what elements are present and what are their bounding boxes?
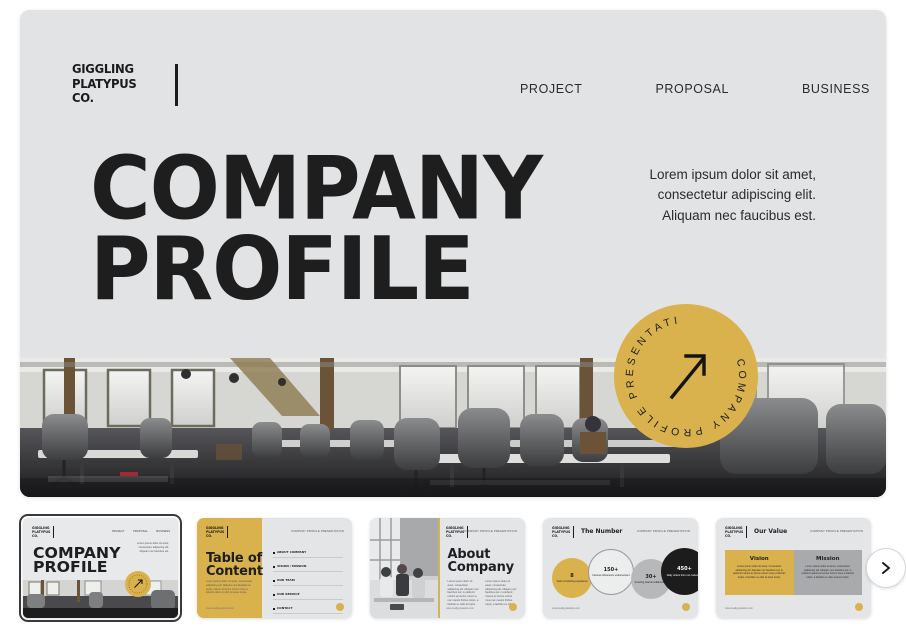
- thumb4-section-title: The Number: [581, 528, 623, 535]
- thumb4-kicker: COMPANY PROFILE PRESENTATION: [637, 529, 690, 533]
- thumb4-stat-0-value: 8: [570, 572, 574, 579]
- thumb2-badge-dot: [336, 603, 344, 611]
- thumb2-contents-list: ABOUT COMPANY VISION / MISSION OUR TEAM …: [272, 550, 343, 618]
- thumb1-nav-project: PROJECT: [112, 530, 125, 533]
- thumbnail-slide-4[interactable]: GIGGLING PLATYPUS CO. The Number COMPANY…: [543, 518, 698, 618]
- thumb4-stat-0: 8 Years of working experience: [552, 558, 592, 598]
- thumb5-badge-dot: [855, 603, 863, 611]
- thumb4-stat-2-value: 30+: [645, 573, 657, 580]
- thumb2-item-2: OUR TEAM: [272, 578, 343, 586]
- thumb5-url: www.reallygreatsite.com: [725, 607, 753, 610]
- thumb4-logo: GIGGLING PLATYPUS CO.: [552, 526, 571, 538]
- thumbnail-slide-1[interactable]: GIGGLING PLATYPUS CO. PROJECT PROPOSAL B…: [19, 514, 182, 622]
- thumb5-mission-body: Lorem ipsum dolor sit amet, consectetur …: [801, 565, 854, 579]
- logo-divider-rule: [175, 64, 178, 106]
- chevron-right-icon: [882, 562, 890, 574]
- thumb2-kicker: COMPANY PROFILE PRESENTATION: [291, 529, 344, 533]
- thumb5-vision-title: Vision: [749, 556, 769, 562]
- thumb2-item-3: OUR SERVICE: [272, 592, 343, 600]
- thumb1-title: COMPANY PROFILE: [33, 544, 121, 577]
- slide-thumbnail-strip[interactable]: GIGGLING PLATYPUS CO. PROJECT PROPOSAL B…: [0, 510, 906, 635]
- thumb5-section-title: Our Value: [754, 528, 788, 535]
- thumb1-nav-business: BUSINESS: [156, 530, 170, 533]
- thumb3-title: About Company: [447, 547, 515, 576]
- thumb5-value-row: Vision Lorem ipsum dolor sit amet, conse…: [725, 550, 862, 595]
- thumb3-col-1: Lorem ipsum dolor sit amet, consectetur …: [447, 580, 479, 606]
- brand-logo[interactable]: GIGGLING PLATYPUS CO.: [72, 61, 178, 106]
- thumb1-photo: [23, 580, 178, 618]
- thumb5-kicker: COMPANY PROFILE PRESENTATION: [810, 529, 863, 533]
- thumb3-logo: GIGGLING PLATYPUS CO.: [446, 526, 465, 538]
- thumb1-badge: [125, 571, 151, 597]
- thumb4-stat-3-value: 450+: [677, 566, 692, 573]
- nav-item-business[interactable]: BUSINESS: [802, 82, 870, 96]
- thumb2-item-1: VISION / MISSION: [272, 564, 343, 572]
- thumb3-badge-dot: [509, 603, 517, 611]
- nav-item-proposal[interactable]: PROPOSAL: [655, 82, 729, 96]
- thumb2-item-4: CONTACT: [272, 606, 343, 614]
- thumb5-mission-panel: Mission Lorem ipsum dolor sit amet, cons…: [793, 550, 862, 595]
- thumbnail-slide-5[interactable]: GIGGLING PLATYPUS CO. Our Value COMPANY …: [716, 518, 871, 618]
- thumb3-photo: [370, 518, 439, 618]
- thumb4-badge-dot: [682, 603, 690, 611]
- thumb5-vision-panel: Vision Lorem ipsum dolor sit amet, conse…: [725, 550, 794, 595]
- thumbnail-slide-2[interactable]: GIGGLING PLATYPUS CO. COMPANY PROFILE PR…: [197, 518, 352, 618]
- thumbnail-slide-3[interactable]: GIGGLING PLATYPUS CO. COMPANY PROFILE PR…: [370, 518, 525, 618]
- thumb4-stat-3-label: Daily orders from our costumers: [666, 573, 698, 577]
- thumb2-title: Table of Content: [206, 551, 263, 580]
- thumb3-text-columns: Lorem ipsum dolor sit amet, consectetur …: [448, 580, 518, 606]
- thumb4-url: www.reallygreatsite.com: [552, 607, 580, 610]
- thumb4-stat-1-value: 150+: [603, 566, 619, 573]
- main-nav: PROJECT PROPOSAL BUSINESS: [520, 82, 870, 96]
- thumb1-paragraph: Lorem ipsum dolor sit amet, consectetur …: [136, 542, 169, 553]
- thumb4-logo-rule: [573, 526, 574, 538]
- thumb1-logo-rule: [53, 526, 54, 538]
- slide-intro-paragraph: Lorem ipsum dolor sit amet, consectetur …: [649, 167, 816, 223]
- brand-logo-text: GIGGLING PLATYPUS CO.: [72, 61, 137, 106]
- slide-headline: COMPANY PROFILE: [90, 138, 543, 320]
- thumb3-gold-divider: [438, 518, 441, 618]
- nav-item-project[interactable]: PROJECT: [520, 82, 583, 96]
- thumb3-url: www.reallygreatsite.com: [446, 607, 474, 610]
- thumb2-url: www.reallygreatsite.com: [206, 607, 234, 610]
- thumb2-logo: GIGGLING PLATYPUS CO.: [206, 526, 225, 538]
- thumb1-upper: GIGGLING PLATYPUS CO. PROJECT PROPOSAL B…: [23, 518, 178, 580]
- thumb4-stat-0-label: Years of working experience: [556, 580, 588, 584]
- thumb2-body: Lorem ipsum dolor sit amet, consectetur …: [206, 580, 253, 595]
- thumb5-vision-body: Lorem ipsum dolor sit amet, consectetur …: [733, 565, 786, 579]
- thumb4-stat-1-label: Famous influencers endorsement: [592, 574, 630, 578]
- thumb5-logo-rule: [746, 526, 747, 538]
- thumb1-nav-proposal: PROPOSAL: [133, 530, 148, 533]
- badge-text-and-arrow-icon: COMPANY PROFILE PRESENTATION: [614, 304, 748, 438]
- thumb4-stat-1: 150+ Famous influencers endorsement: [588, 549, 634, 595]
- next-slide-button[interactable]: [866, 548, 906, 588]
- thumb5-logo: GIGGLING PLATYPUS CO.: [725, 526, 744, 538]
- thumb1-logo: GIGGLING PLATYPUS CO.: [32, 526, 51, 538]
- thumb2-logo-rule: [227, 526, 228, 538]
- presentation-badge[interactable]: COMPANY PROFILE PRESENTATION: [614, 304, 758, 448]
- main-slide-card[interactable]: GIGGLING PLATYPUS CO. PROJECT PROPOSAL B…: [20, 10, 886, 497]
- thumb3-kicker: COMPANY PROFILE PRESENTATION: [464, 529, 517, 533]
- thumb5-mission-title: Mission: [816, 556, 840, 562]
- svg-text:COMPANY PROFILE PRESENTATION: COMPANY PROFILE PRESENTATION: [614, 304, 748, 438]
- thumb1-nav: PROJECT PROPOSAL BUSINESS: [112, 530, 170, 533]
- thumb2-item-0: ABOUT COMPANY: [272, 550, 343, 558]
